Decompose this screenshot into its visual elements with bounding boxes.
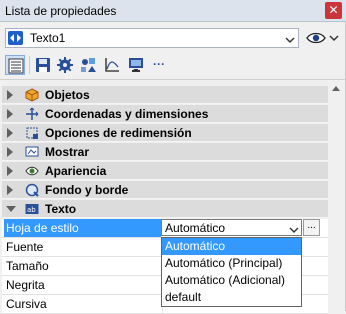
toolbar-settings-button[interactable]	[55, 55, 75, 75]
category-fondo-borde[interactable]: Fondo y borde	[2, 181, 328, 199]
scroll-up-icon[interactable]	[332, 86, 340, 91]
expand-arrow-icon[interactable]	[7, 185, 13, 195]
close-button[interactable]: ✕	[325, 2, 342, 19]
expand-arrow-icon[interactable]	[7, 128, 13, 138]
dropdown-option[interactable]: Automático (Adicional)	[162, 272, 301, 289]
object-selector[interactable]: Texto1	[5, 28, 299, 48]
toolbar-shapes-button[interactable]	[78, 55, 98, 75]
toolbar-save-button[interactable]	[33, 55, 53, 75]
category-label: Fondo y borde	[45, 183, 129, 197]
expand-arrow-icon[interactable]	[7, 90, 13, 100]
view-options-button[interactable]	[305, 28, 341, 48]
toolbar: ···	[0, 50, 346, 80]
properties-panel: Lista de propiedades ✕ Texto1 ··· Objeto…	[0, 0, 346, 314]
paint-icon	[25, 183, 39, 197]
category-label: Coordenadas y dimensiones	[45, 107, 209, 121]
vertical-scrollbar[interactable]	[328, 80, 344, 311]
display-icon	[25, 145, 39, 159]
toolbar-separator	[29, 56, 30, 74]
toolbar-more-button[interactable]: ···	[150, 55, 170, 75]
expand-arrow-icon[interactable]	[7, 147, 13, 157]
category-label: Opciones de redimensión	[45, 126, 192, 140]
property-name: Hoja de estilo	[4, 219, 161, 237]
category-label: Texto	[45, 202, 77, 216]
category-apariencia[interactable]: Apariencia	[2, 162, 328, 180]
chevron-down-icon	[289, 223, 299, 237]
ellipsis-button[interactable]: ...	[303, 219, 320, 236]
object-selector-value: Texto1	[30, 31, 66, 45]
more-icon: ···	[153, 57, 165, 71]
window-title: Lista de propiedades	[5, 4, 117, 18]
property-name: Tamaño	[6, 259, 49, 273]
dropdown-option[interactable]: Automático	[162, 238, 301, 255]
category-label: Apariencia	[45, 164, 107, 178]
category-redimension[interactable]: Opciones de redimensión	[2, 124, 328, 142]
title-bar: Lista de propiedades ✕	[0, 0, 346, 22]
cube-icon	[25, 88, 39, 102]
eye-icon	[25, 164, 39, 178]
style-sheet-value: Automático	[165, 221, 226, 235]
style-sheet-dropdown: Automático Automático (Principal) Automá…	[161, 237, 302, 307]
category-texto[interactable]: ab Texto	[2, 200, 328, 218]
property-name: Fuente	[6, 240, 44, 254]
chevron-down-icon	[285, 33, 295, 47]
text-icon: ab	[25, 202, 39, 216]
toolbar-display-button[interactable]	[126, 55, 146, 75]
toolbar-properties-button[interactable]	[5, 55, 25, 75]
coordinates-icon	[25, 107, 39, 121]
category-coordenadas[interactable]: Coordenadas y dimensiones	[2, 105, 328, 123]
expand-arrow-icon[interactable]	[7, 109, 13, 119]
style-sheet-select[interactable]: Automático	[161, 219, 302, 236]
category-mostrar[interactable]: Mostrar	[2, 143, 328, 161]
toolbar-chart-button[interactable]	[102, 55, 122, 75]
resize-icon	[25, 126, 39, 140]
property-name: Negrita	[6, 278, 45, 292]
object-switch-icon	[8, 31, 23, 45]
category-label: Mostrar	[45, 145, 90, 159]
collapse-arrow-icon[interactable]	[6, 206, 16, 212]
svg-text:ab: ab	[27, 206, 36, 214]
dropdown-option[interactable]: default	[162, 289, 301, 306]
category-label: Objetos	[45, 88, 90, 102]
category-objetos[interactable]: Objetos	[2, 86, 328, 104]
dropdown-option[interactable]: Automático (Principal)	[162, 255, 301, 272]
expand-arrow-icon[interactable]	[7, 166, 13, 176]
